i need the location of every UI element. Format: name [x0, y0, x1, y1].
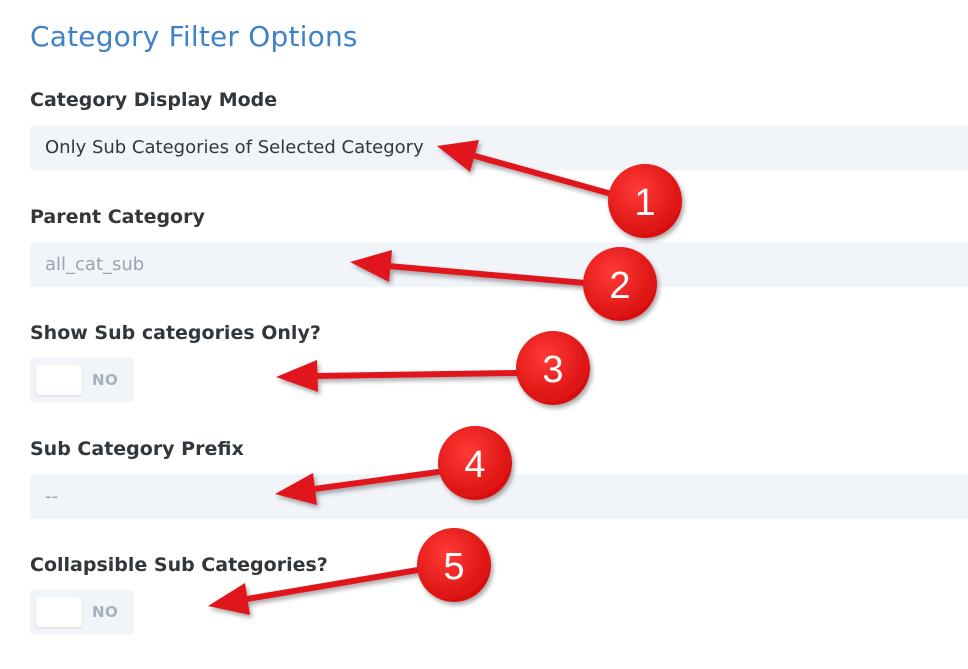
category-display-mode-label: Category Display Mode: [30, 89, 278, 111]
toggle-state-text: NO: [92, 603, 119, 621]
category-display-mode-select[interactable]: Only Sub Categories of Selected Category: [30, 125, 968, 170]
collapsible-sub-categories-label: Collapsible Sub Categories?: [30, 554, 328, 576]
parent-category-label: Parent Category: [30, 206, 205, 228]
sub-category-prefix-label: Sub Category Prefix: [30, 438, 244, 460]
sub-category-prefix-placeholder: --: [45, 486, 58, 507]
show-sub-categories-only-toggle[interactable]: NO: [30, 358, 134, 402]
annotation-marker-3: 3: [516, 331, 590, 405]
marker-number: 3: [542, 349, 563, 391]
marker-number: 5: [443, 546, 464, 588]
toggle-knob: [36, 597, 82, 627]
toggle-state-text: NO: [92, 371, 119, 389]
parent-category-input[interactable]: all_cat_sub: [30, 242, 968, 287]
toggle-knob: [36, 365, 82, 395]
parent-category-placeholder: all_cat_sub: [45, 254, 145, 275]
annotation-arrow-3: [276, 360, 520, 392]
category-display-mode-value: Only Sub Categories of Selected Category: [45, 137, 424, 158]
show-sub-categories-only-label: Show Sub categories Only?: [30, 322, 321, 344]
section-title: Category Filter Options: [30, 20, 358, 53]
category-filter-options-panel: Category Filter Options Category Display…: [0, 0, 968, 669]
annotation-marker-1: 1: [608, 164, 682, 238]
annotation-marker-5: 5: [417, 528, 491, 602]
annotation-arrow-5: [208, 567, 421, 615]
collapsible-sub-categories-toggle[interactable]: NO: [30, 590, 134, 634]
sub-category-prefix-input[interactable]: --: [30, 474, 968, 519]
marker-number: 1: [634, 182, 655, 224]
